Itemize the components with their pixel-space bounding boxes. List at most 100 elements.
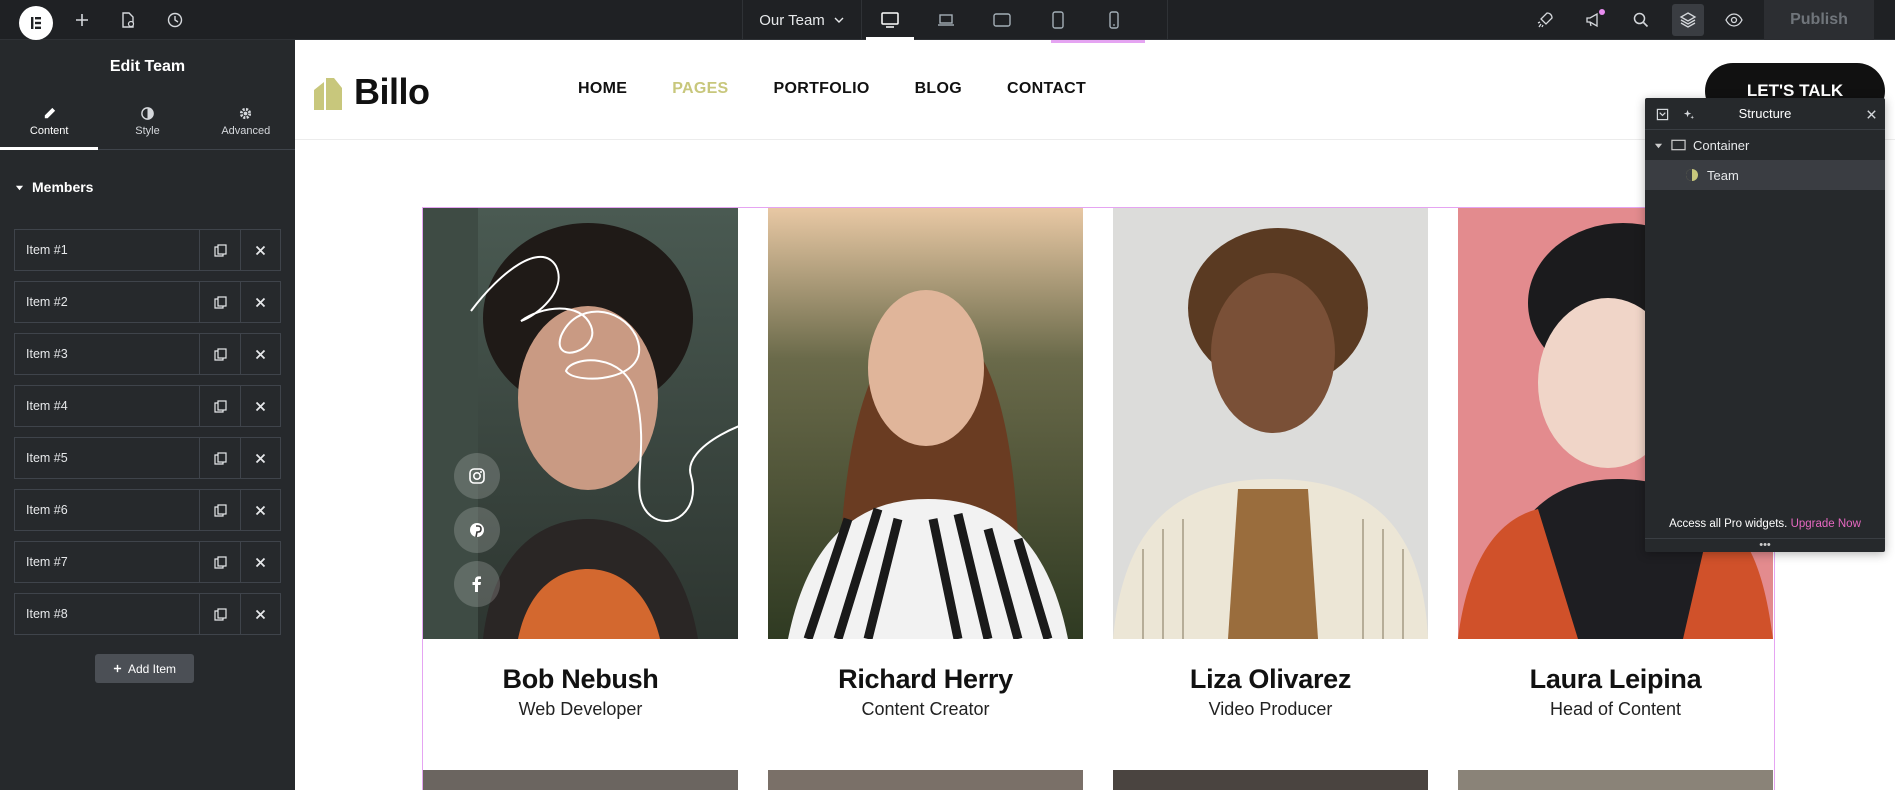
main-nav: HOME PAGES PORTFOLIO BLOG CONTACT xyxy=(578,80,1086,98)
duplicate-item-button[interactable] xyxy=(200,438,240,478)
duplicate-item-button[interactable] xyxy=(200,542,240,582)
member-photo-partial xyxy=(423,770,738,790)
repeater-item[interactable]: Item #1 xyxy=(14,229,281,271)
team-card[interactable]: Bob Nebush Web Developer xyxy=(423,208,738,720)
tab-content[interactable]: Content xyxy=(0,94,99,150)
duplicate-item-button[interactable] xyxy=(200,334,240,374)
repeater-item-label[interactable]: Item #5 xyxy=(15,438,200,478)
nav-home[interactable]: HOME xyxy=(578,80,627,98)
close-icon xyxy=(255,505,266,515)
structure-header: Structure xyxy=(1645,98,1885,130)
rocket-icon xyxy=(1537,12,1553,28)
member-photo-partial xyxy=(1458,770,1773,790)
duplicate-item-button[interactable] xyxy=(200,490,240,530)
remove-item-button[interactable] xyxy=(240,334,280,374)
node-label: Container xyxy=(1693,137,1750,153)
repeater-item[interactable]: Item #6 xyxy=(14,489,281,531)
structure-button[interactable] xyxy=(1672,4,1704,36)
page-settings-button[interactable] xyxy=(116,8,140,32)
history-icon xyxy=(167,12,183,28)
facebook-icon xyxy=(472,576,481,592)
remove-item-button[interactable] xyxy=(240,386,280,426)
preview-button[interactable] xyxy=(1722,8,1746,32)
page-selector[interactable]: Our Team xyxy=(742,0,862,40)
duplicate-item-button[interactable] xyxy=(200,230,240,270)
pinterest-link[interactable] xyxy=(454,507,500,553)
repeater-item-label[interactable]: Item #4 xyxy=(15,386,200,426)
duplicate-item-button[interactable] xyxy=(200,282,240,322)
device-tablet-landscape[interactable] xyxy=(974,0,1030,40)
search-button[interactable] xyxy=(1629,8,1653,32)
remove-item-button[interactable] xyxy=(240,282,280,322)
device-laptop[interactable] xyxy=(918,0,974,40)
team-widget-icon xyxy=(1686,169,1698,181)
site-settings-button[interactable] xyxy=(1533,8,1557,32)
mobile-icon xyxy=(1109,11,1119,29)
team-card[interactable]: Richard Herry Content Creator xyxy=(768,208,1083,720)
tab-style[interactable]: Style xyxy=(98,94,196,149)
members-section-toggle[interactable]: Members xyxy=(0,164,295,210)
team-card[interactable]: Liza Olivarez Video Producer xyxy=(1113,208,1428,720)
duplicate-icon xyxy=(213,451,227,465)
elementor-logo-icon xyxy=(31,17,41,29)
member-name: Laura Leipina xyxy=(1529,664,1702,694)
nav-portfolio[interactable]: PORTFOLIO xyxy=(774,80,870,98)
member-photo xyxy=(423,208,738,639)
repeater-item-label[interactable]: Item #3 xyxy=(15,334,200,374)
close-icon xyxy=(255,297,266,307)
remove-item-button[interactable] xyxy=(240,594,280,634)
tab-advanced[interactable]: Advanced xyxy=(197,94,295,149)
duplicate-icon xyxy=(213,295,227,309)
close-icon xyxy=(255,349,266,359)
repeater-item[interactable]: Item #3 xyxy=(14,333,281,375)
member-photo xyxy=(1113,208,1428,639)
device-mobile[interactable] xyxy=(1086,0,1142,40)
upgrade-link[interactable]: Upgrade Now xyxy=(1791,518,1861,530)
history-button[interactable] xyxy=(163,8,187,32)
repeater-item-label[interactable]: Item #2 xyxy=(15,282,200,322)
close-icon xyxy=(255,401,266,411)
structure-node-container[interactable]: Container xyxy=(1645,130,1885,160)
remove-item-button[interactable] xyxy=(240,438,280,478)
member-role: Video Producer xyxy=(1208,699,1333,719)
repeater-item[interactable]: Item #5 xyxy=(14,437,281,479)
duplicate-item-button[interactable] xyxy=(200,386,240,426)
nav-pages[interactable]: PAGES xyxy=(672,80,728,98)
duplicate-item-button[interactable] xyxy=(200,594,240,634)
page-name: Our Team xyxy=(759,11,825,29)
repeater-item-label[interactable]: Item #7 xyxy=(15,542,200,582)
repeater-item[interactable]: Item #7 xyxy=(14,541,281,583)
remove-item-button[interactable] xyxy=(240,542,280,582)
chevron-down-icon xyxy=(834,17,844,23)
add-item-button[interactable]: Add Item xyxy=(95,654,194,683)
pro-upsell: Access all Pro widgets. Upgrade Now xyxy=(1645,518,1885,530)
close-icon xyxy=(255,557,266,567)
publish-button[interactable]: Publish xyxy=(1764,0,1874,40)
search-icon xyxy=(1633,12,1649,28)
remove-item-button[interactable] xyxy=(240,490,280,530)
elementor-logo-button[interactable] xyxy=(19,6,53,40)
nav-contact[interactable]: CONTACT xyxy=(1007,80,1086,98)
repeater-item[interactable]: Item #4 xyxy=(14,385,281,427)
members-repeater: Item #1 Item #2 Item #3 Item #4 Item #5 Item … xyxy=(0,229,295,635)
repeater-item[interactable]: Item #8 xyxy=(14,593,281,635)
device-tablet-portrait[interactable] xyxy=(1030,0,1086,40)
remove-item-button[interactable] xyxy=(240,230,280,270)
structure-node-team[interactable]: Team xyxy=(1645,160,1885,190)
repeater-item-label[interactable]: Item #1 xyxy=(15,230,200,270)
nav-blog[interactable]: BLOG xyxy=(915,80,962,98)
add-element-button[interactable] xyxy=(70,8,94,32)
repeater-item-label[interactable]: Item #6 xyxy=(15,490,200,530)
device-desktop[interactable] xyxy=(862,0,918,40)
repeater-item-label[interactable]: Item #8 xyxy=(15,594,200,634)
close-structure-button[interactable] xyxy=(1863,106,1879,122)
notifications-button[interactable] xyxy=(1581,8,1605,32)
laptop-icon xyxy=(938,14,954,26)
resize-handle[interactable]: ••• xyxy=(1645,538,1885,551)
instagram-link[interactable] xyxy=(454,453,500,499)
panel-title: Edit Team xyxy=(109,58,186,75)
eye-icon xyxy=(1725,13,1743,27)
facebook-link[interactable] xyxy=(454,561,500,607)
site-logo[interactable]: Billo xyxy=(310,71,430,113)
repeater-item[interactable]: Item #2 xyxy=(14,281,281,323)
